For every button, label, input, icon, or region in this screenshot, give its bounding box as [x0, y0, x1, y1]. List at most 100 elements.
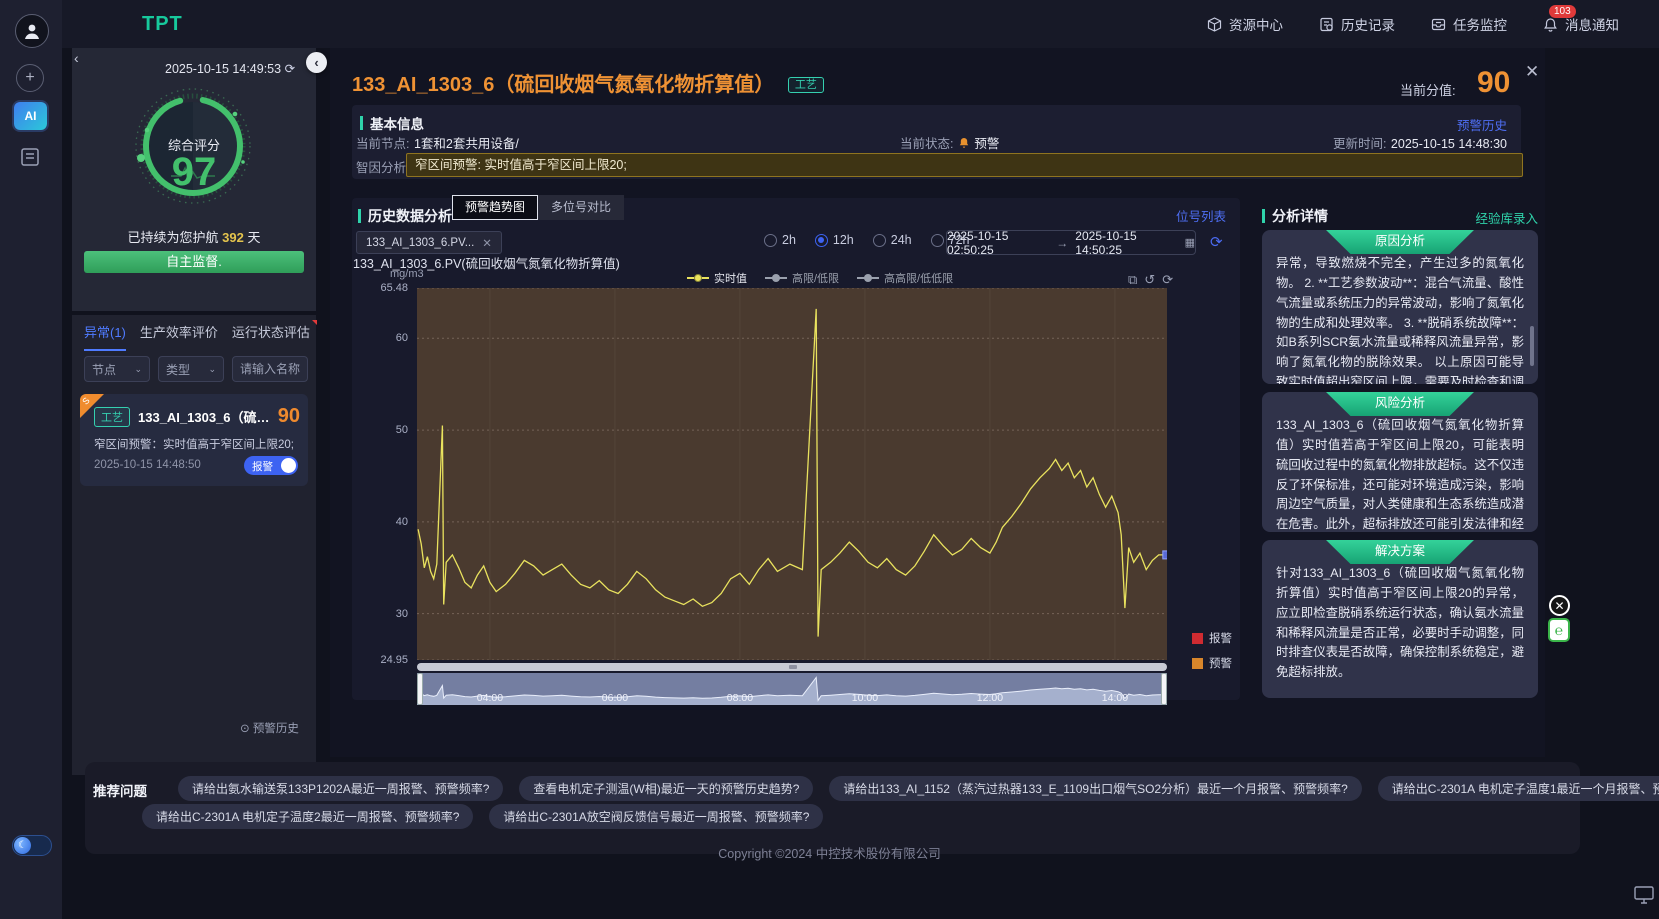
- x-tick: 10:00: [845, 692, 885, 704]
- y-tick: 40: [396, 516, 408, 528]
- notebook-icon[interactable]: [19, 146, 43, 168]
- collapse-arrow-small[interactable]: ‹: [74, 50, 79, 66]
- tab-running-status[interactable]: 运行状态评估: [232, 322, 310, 351]
- current-score-label: 当前分值:: [1400, 80, 1456, 99]
- chart-plot-area[interactable]: [417, 288, 1167, 660]
- suggestion-label: 推荐问题: [93, 780, 147, 800]
- cause-analysis-card: 原因分析 异常，导致燃烧不完全，产生过多的氮氧化物。 2. **工艺参数波动**…: [1262, 230, 1538, 384]
- anomaly-panel: [72, 315, 316, 775]
- legend-hi-lo[interactable]: 高限/低限: [765, 270, 839, 286]
- x-tick: 08:00: [720, 692, 760, 704]
- chart-toolbox[interactable]: ⧉↺⟳: [1128, 272, 1180, 288]
- panel-timestamp: 2025-10-15 14:49:53 ⟳: [165, 61, 284, 76]
- chart-scrollbar[interactable]: [417, 663, 1167, 671]
- y-tick: 30: [396, 608, 408, 620]
- left-rail: + AI ☾: [0, 0, 62, 919]
- radio-2h[interactable]: 2h: [764, 233, 796, 247]
- top-nav: 资源中心 历史记录 任务监控 103 消息通知: [1207, 0, 1619, 48]
- update-label: 更新时间:: [1333, 137, 1386, 151]
- section-bar: [360, 116, 363, 130]
- suggestion-chip[interactable]: 请给出133_AI_1152（蒸汽过热器133_E_1109出口烟气SO2分析）…: [829, 776, 1361, 801]
- y-tick: 60: [396, 332, 408, 344]
- panel-history-link[interactable]: ⊙ 预警历史: [240, 720, 299, 736]
- box-select-icon: ⧉: [1128, 272, 1144, 287]
- user-avatar[interactable]: [15, 14, 49, 48]
- restore-icon: ⟳: [1162, 272, 1180, 287]
- node-value: 1套和2套共用设备/: [414, 137, 519, 151]
- tag-list-link[interactable]: 位号列表: [1176, 206, 1226, 225]
- ai-app-button[interactable]: AI: [14, 102, 47, 130]
- nav-history-record[interactable]: 历史记录: [1319, 14, 1395, 34]
- experience-entry-link[interactable]: 经验库录入: [1475, 208, 1538, 227]
- x-tick: 06:00: [595, 692, 635, 704]
- tag-chip[interactable]: 133_AI_1303_6.PV... ✕: [356, 231, 502, 254]
- cause-ribbon: 原因分析: [1325, 230, 1475, 254]
- suggestion-chip[interactable]: 查看电机定子测温(W相)最近一天的预警历史趋势?: [519, 776, 813, 801]
- node-select[interactable]: 节点⌄: [84, 356, 150, 382]
- chip-close-icon[interactable]: ✕: [482, 236, 492, 250]
- type-select[interactable]: 类型⌄: [158, 356, 224, 382]
- collapse-panel-button[interactable]: ‹: [306, 52, 327, 73]
- date-range-picker[interactable]: 2025-10-15 02:50:25 → 2025-10-15 14:50:2…: [946, 230, 1196, 255]
- risk-text: 133_AI_1303_6（硫回收烟气氮氧化物折算值）实时值若高于窄区间上限20…: [1276, 416, 1524, 532]
- alert-time: 2025-10-15 14:48:50: [94, 459, 201, 471]
- solution-card: 解决方案 针对133_AI_1303_6（硫回收烟气氮氧化物折算值）实时值高于窄…: [1262, 540, 1538, 698]
- name-search-input[interactable]: [232, 356, 308, 382]
- node-label: 当前节点:: [356, 137, 409, 151]
- app-logo: TPT: [142, 13, 183, 36]
- alert-title: 133_AI_1303_6（硫回收...: [138, 407, 270, 426]
- section-bar: [358, 209, 361, 223]
- add-button[interactable]: +: [16, 64, 44, 92]
- suggestion-chip[interactable]: 请给出C-2301A 电机定子温度1最近一个月报警、预警频率?: [1378, 776, 1659, 801]
- chart-mode-tabs: 预警趋势图 多位号对比: [452, 195, 624, 220]
- chart-legend: 实时值 高限/低限 高高限/低低限: [687, 270, 953, 286]
- alert-card[interactable]: S 工艺 133_AI_1303_6（硫回收... 90 窄区间预警：实时值高于…: [80, 394, 308, 486]
- suggestion-chip[interactable]: 请给出C-2301A 电机定子温度2最近一周报警、预警频率?: [142, 804, 473, 829]
- suggestion-bar: 推荐问题 请给出氨水输送泵133P1202A最近一周报警、预警频率? 查看电机定…: [85, 762, 1580, 854]
- anomaly-tabs: 异常(1) 生产效率评价 运行状态评估: [84, 322, 310, 351]
- tab-multi-tag-compare[interactable]: 多位号对比: [538, 195, 624, 220]
- radio-12h[interactable]: 12h: [815, 233, 854, 247]
- nav-task-monitor[interactable]: 任务监控: [1431, 14, 1507, 34]
- chart-navigator[interactable]: 04:0006:0008:0010:0012:0014:00: [417, 673, 1167, 705]
- nav-notifications[interactable]: 103 消息通知: [1543, 14, 1619, 34]
- status-value: 预警: [974, 137, 999, 151]
- suggestion-chip[interactable]: 请给出C-2301A放空阀反馈信号最近一周报警、预警频率?: [489, 804, 823, 829]
- legend-realtime[interactable]: 实时值: [687, 270, 747, 286]
- query-refresh-icon[interactable]: ⟳: [1210, 233, 1223, 251]
- alarm-legend: 报警 预警: [1192, 630, 1232, 680]
- chevron-down-icon: ⌄: [208, 364, 216, 375]
- scrollbar-grip[interactable]: [789, 665, 797, 669]
- tab-efficiency[interactable]: 生产效率评价: [140, 322, 218, 351]
- legend-warning: 预警: [1192, 655, 1232, 671]
- status-field: 当前状态: 预警: [900, 133, 999, 153]
- self-monitor-button[interactable]: 自主监督.: [84, 251, 304, 273]
- navigator-left-handle[interactable]: [417, 673, 423, 705]
- modal-title: 133_AI_1303_6（硫回收烟气氮氧化物折算值） 工艺: [352, 68, 824, 97]
- card-scrollbar[interactable]: [1530, 326, 1534, 366]
- tab-anomaly[interactable]: 异常(1): [84, 322, 126, 351]
- solution-ribbon: 解决方案: [1325, 540, 1475, 564]
- risk-ribbon: 风险分析: [1325, 392, 1475, 416]
- basic-info-section: 基本信息 预警历史 当前节点: 1套和2套共用设备/ 当前状态: 预警 更新时间…: [352, 105, 1521, 179]
- app-root: + AI ☾ TPT 资源中心 历史记录 任务监控 1: [0, 0, 1659, 919]
- navigator-right-handle[interactable]: [1161, 673, 1167, 705]
- gauge-value: 97: [72, 150, 316, 195]
- tab-warning-trend[interactable]: 预警趋势图: [452, 195, 538, 220]
- undo-icon: ↺: [1144, 272, 1162, 287]
- craft-tag: 工艺: [94, 407, 130, 427]
- nav-resource-center[interactable]: 资源中心: [1207, 14, 1283, 34]
- anomaly-filters: 节点⌄ 类型⌄: [84, 356, 308, 382]
- section-bar: [1262, 209, 1265, 223]
- overlay-close-icon[interactable]: ✕: [1549, 595, 1570, 616]
- warning-history-link[interactable]: 预警历史: [1457, 115, 1507, 134]
- close-icon[interactable]: ✕: [1525, 62, 1539, 82]
- x-tick: 12:00: [970, 692, 1010, 704]
- refresh-icon[interactable]: ⟳: [285, 62, 295, 76]
- legend-hihi-lolo[interactable]: 高高限/低低限: [857, 270, 953, 286]
- radio-24h[interactable]: 24h: [873, 233, 912, 247]
- suggestion-chip[interactable]: 请给出氨水输送泵133P1202A最近一周报警、预警频率?: [178, 776, 503, 801]
- alarm-toggle[interactable]: 报警: [244, 456, 298, 475]
- display-settings-icon[interactable]: [1634, 886, 1656, 906]
- overlay-e-icon[interactable]: ℮: [1548, 618, 1570, 642]
